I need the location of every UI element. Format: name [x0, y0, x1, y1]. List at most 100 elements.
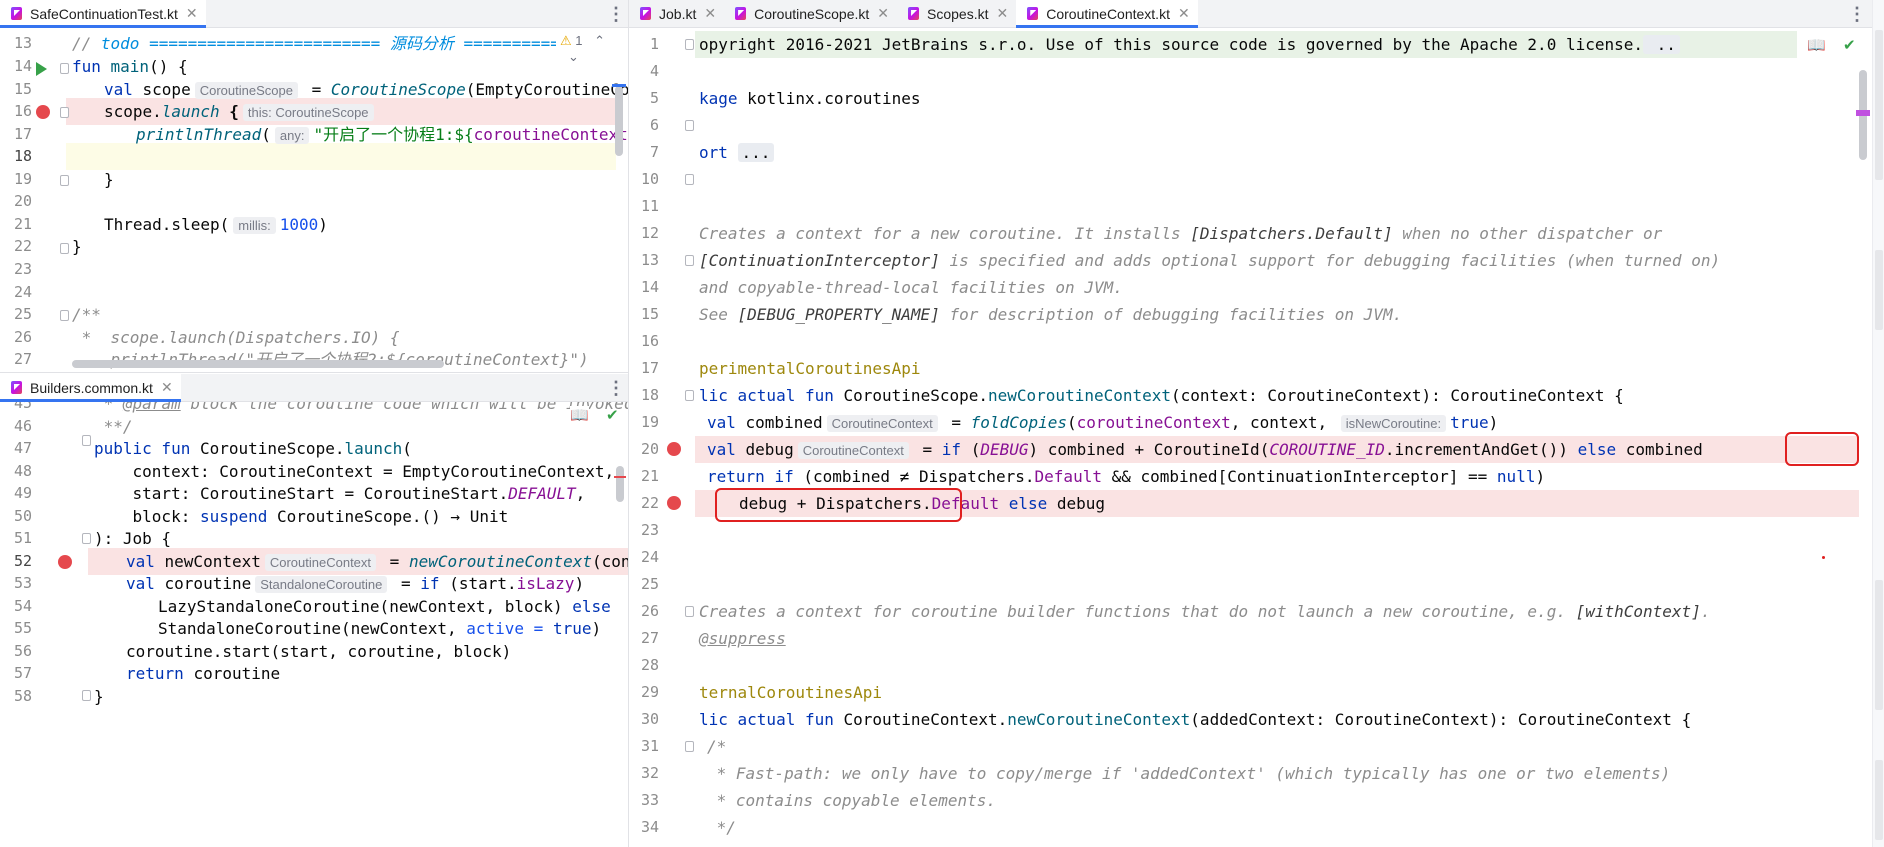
line-number: 26: [640, 602, 659, 620]
breakpoint-icon[interactable]: [667, 442, 681, 456]
kotlin-file-icon: [907, 6, 921, 21]
close-icon[interactable]: ✕: [997, 5, 1009, 22]
code-line-21: return if (combined ≠ Dispatchers.Defaul…: [707, 467, 1546, 486]
fold-icon[interactable]: [60, 63, 69, 74]
close-icon[interactable]: ✕: [1178, 5, 1190, 22]
fold-icon[interactable]: [60, 175, 69, 186]
fold-icon[interactable]: [685, 741, 694, 752]
reader-mode-icon[interactable]: 📖: [1807, 36, 1826, 54]
code-line-31: /*: [707, 737, 727, 756]
line-number: 17: [640, 359, 659, 377]
code-line-33: * contains copyable elements.: [707, 791, 996, 810]
left-bottom-editor[interactable]: 45 46 47 48 49 50 51 52 53 54 55 56 57 5…: [0, 402, 628, 847]
line-number: 32: [640, 764, 659, 782]
folded-region: ..: [1643, 35, 1680, 54]
tab-label: Builders.common.kt: [30, 379, 153, 396]
warning-icon: ⚠: [560, 33, 572, 48]
code-line-19: val combined CoroutineContext = foldCopie…: [707, 413, 1499, 432]
tool-window-button[interactable]: [1875, 580, 1883, 710]
inlay-hint: CoroutineScope: [194, 82, 298, 99]
fold-icon[interactable]: [685, 255, 694, 266]
kotlin-file-icon: [10, 6, 24, 21]
line-number: 14: [640, 278, 659, 296]
line-number: 28: [640, 656, 659, 674]
horizontal-scrollbar[interactable]: [72, 360, 444, 368]
vertical-scrollbar[interactable]: [616, 466, 624, 502]
line-number: 12: [640, 224, 659, 242]
tool-window-button[interactable]: [1875, 760, 1883, 840]
tab-safecontinuationtest[interactable]: SafeContinuationTest.kt ✕: [0, 0, 206, 28]
left-top-editor[interactable]: 13 14 15 16 17 18 19 20 21 22 23 24 25 2…: [0, 30, 628, 370]
tool-window-button[interactable]: [1875, 250, 1883, 330]
error-stripe-mark[interactable]: [1856, 110, 1870, 116]
split-divider[interactable]: [0, 372, 628, 373]
inlay-hint: this: CoroutineScope: [242, 104, 374, 121]
tab-builders-common[interactable]: Builders.common.kt ✕: [0, 374, 181, 402]
fold-icon[interactable]: [82, 533, 91, 544]
line-number: 27: [13, 350, 32, 368]
error-stripe-mark[interactable]: [612, 84, 626, 87]
fold-icon[interactable]: [685, 39, 694, 50]
close-icon[interactable]: ✕: [161, 379, 173, 396]
line-number: 21: [640, 467, 659, 485]
run-icon[interactable]: [36, 62, 47, 76]
fold-icon[interactable]: [60, 243, 69, 254]
more-options-icon[interactable]: ⋮: [605, 374, 627, 402]
right-editor[interactable]: 1 4 5 6 7 10 11 12 13 14 15 16 17 18 19 …: [629, 30, 1859, 847]
line-number: 22: [640, 494, 659, 512]
chevron-down-icon[interactable]: ⌄: [568, 49, 579, 64]
red-dot: [1822, 556, 1825, 559]
line-number: 7: [649, 143, 659, 161]
error-stripe-mark[interactable]: [614, 476, 626, 478]
left-bottom-tabbar: Builders.common.kt ✕: [0, 374, 628, 402]
folded-region: ...: [737, 143, 775, 162]
breakpoint-icon[interactable]: [667, 496, 681, 510]
fold-icon[interactable]: [60, 107, 69, 118]
code-line-12: Creates a context for a new coroutine. I…: [699, 224, 1663, 243]
code-line-22: }: [72, 237, 82, 256]
code-line-14: and copyable-thread-local facilities on …: [699, 278, 1123, 297]
chevron-up-icon[interactable]: ⌃: [594, 33, 605, 48]
tab-coroutinescope[interactable]: CoroutineScope.kt ✕: [724, 0, 897, 27]
fold-icon[interactable]: [60, 310, 69, 321]
vertical-scrollbar[interactable]: [615, 86, 623, 156]
inlay-hint: isNewCoroutine:: [1340, 415, 1447, 432]
more-options-icon[interactable]: ⋮: [605, 0, 627, 28]
tab-scopes[interactable]: Scopes.kt ✕: [897, 0, 1016, 27]
line-gutter: 45 46 47 48 49 50 51 52 53 54 55 56 57 5…: [0, 402, 32, 847]
tab-job[interactable]: Job.kt ✕: [629, 0, 724, 27]
line-gutter: 1 4 5 6 7 10 11 12 13 14 15 16 17 18 19 …: [629, 30, 659, 847]
line-number: 24: [640, 548, 659, 566]
code-line-32: * Fast-path: we only have to copy/merge …: [707, 764, 1671, 783]
fold-icon[interactable]: [82, 435, 91, 446]
inlay-hint: CoroutineContext: [264, 554, 377, 571]
line-number: 20: [640, 440, 659, 458]
breakpoint-icon[interactable]: [58, 555, 72, 569]
kotlin-file-icon: [10, 380, 24, 395]
fold-icon[interactable]: [685, 390, 694, 401]
code-line-34: */: [707, 818, 736, 837]
line-number: 34: [640, 818, 659, 836]
fold-icon[interactable]: [82, 690, 91, 701]
code-line-13: [ContinuationInterceptor] is specified a…: [699, 251, 1721, 270]
more-options-icon[interactable]: ⋮: [1846, 0, 1868, 28]
warning-indicator[interactable]: ⚠ 1 ⌃ ⌄: [556, 33, 628, 65]
line-gutter: 13 14 15 16 17 18 19 20 21 22 23 24 25 2…: [0, 30, 32, 370]
tab-label: Job.kt: [659, 5, 697, 22]
fold-icon[interactable]: [685, 120, 694, 131]
close-icon[interactable]: ✕: [186, 5, 198, 22]
tool-window-button[interactable]: [1875, 30, 1883, 180]
tab-coroutinecontext[interactable]: CoroutineContext.kt ✕: [1016, 0, 1199, 28]
inlay-hint: any:: [274, 127, 310, 144]
code-line-29: ternalCoroutinesApi: [699, 683, 883, 702]
close-icon[interactable]: ✕: [877, 5, 889, 22]
fold-icon[interactable]: [685, 606, 694, 617]
line-number: 29: [640, 683, 659, 701]
line-number: 19: [640, 413, 659, 431]
breakpoint-icon[interactable]: [36, 105, 50, 119]
reader-mode-icon[interactable]: 📖: [570, 406, 589, 424]
fold-icon[interactable]: [685, 174, 694, 185]
line-number: 6: [649, 116, 659, 134]
tab-label: CoroutineScope.kt: [754, 5, 870, 22]
close-icon[interactable]: ✕: [704, 5, 716, 22]
